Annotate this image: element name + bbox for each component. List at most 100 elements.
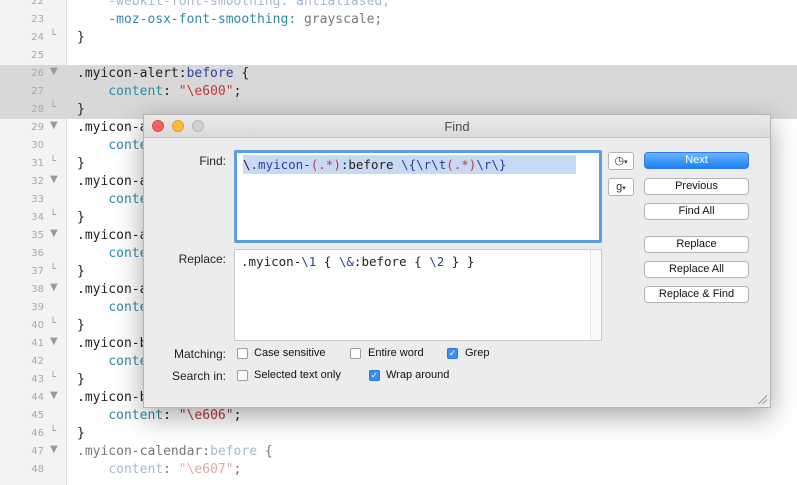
selected-text-only-label: Selected text only — [254, 369, 341, 381]
line-number: 44 — [31, 392, 44, 403]
code-text: } — [77, 264, 85, 279]
find-field[interactable]: \.myicon-(.*):before \{\r\t(.*)\r\} — [234, 150, 602, 243]
line-number: 46 — [31, 428, 44, 439]
line-number: 43 — [31, 374, 44, 385]
code-text: } — [77, 372, 85, 387]
editor-line[interactable]: 27 content: "\e600"; — [0, 83, 797, 101]
line-number: 32 — [31, 176, 44, 187]
dialog-titlebar[interactable]: Find — [144, 115, 770, 138]
line-number: 45 — [31, 410, 44, 421]
code-text: .myicon-a — [77, 174, 148, 189]
code-text: } — [77, 102, 85, 117]
line-number: 47 — [31, 446, 44, 457]
fold-end-icon: └ — [50, 210, 57, 221]
line-number: 31 — [31, 158, 44, 169]
fold-end-icon: └ — [50, 318, 57, 329]
replace-all-button[interactable]: Replace All — [644, 261, 749, 278]
line-number: 25 — [31, 50, 44, 61]
entire-word-checkbox[interactable] — [350, 348, 361, 359]
replace-text: .myicon-\1 { \&:before { \2 } } — [241, 254, 475, 269]
editor-line[interactable]: 23 -moz-osx-font-smoothing: grayscale; — [0, 11, 797, 29]
editor-line[interactable]: 48 content: "\e607"; — [0, 461, 797, 479]
grep-patterns-popup[interactable]: g▾ — [608, 178, 634, 196]
recent-searches-popup[interactable]: ◷▾ — [608, 152, 634, 170]
line-number: 23 — [31, 14, 44, 25]
code-text: -webkit-font-smoothing: antialiased; — [77, 0, 391, 9]
search-in-label: Search in: — [171, 369, 226, 383]
editor-line[interactable]: 24 └} — [0, 29, 797, 47]
code-text: } — [77, 318, 85, 333]
replace-button[interactable]: Replace — [644, 236, 749, 253]
line-number: 40 — [31, 320, 44, 331]
fold-end-icon: └ — [50, 156, 57, 167]
line-number: 24 — [31, 32, 44, 43]
editor-line[interactable]: 22 -webkit-font-smoothing: antialiased; — [0, 0, 797, 11]
selected-text-only-checkbox[interactable] — [237, 370, 248, 381]
editor-line[interactable]: 46 └} — [0, 425, 797, 443]
entire-word-label: Entire word — [368, 347, 424, 359]
find-dialog: Find Find: \.myicon-(.*):before \{\r\t(.… — [143, 114, 771, 408]
code-text: content: "\e607"; — [108, 462, 242, 477]
line-number: 36 — [31, 248, 44, 259]
find-all-button[interactable]: Find All — [644, 203, 749, 220]
find-text: \.myicon-(.*):before \{\r\t(.*)\r\} — [243, 155, 577, 174]
wrap-around-checkbox[interactable]: ✓ — [369, 370, 380, 381]
fold-triangle-icon[interactable]: ▼ — [50, 66, 58, 77]
code-text: } — [77, 156, 85, 171]
line-number: 22 — [31, 0, 44, 7]
code-text: content: "\e606"; — [108, 408, 242, 423]
line-number: 38 — [31, 284, 44, 295]
code-text: content: "\e600"; — [108, 84, 242, 99]
line-number: 39 — [31, 302, 44, 313]
code-text: } — [77, 426, 85, 441]
fold-triangle-icon[interactable]: ▼ — [50, 174, 58, 185]
case-sensitive-label: Case sensitive — [254, 347, 326, 359]
fold-end-icon: └ — [50, 426, 57, 437]
fold-triangle-icon[interactable]: ▼ — [50, 390, 58, 401]
fold-triangle-icon[interactable]: ▼ — [50, 444, 58, 455]
line-number: 41 — [31, 338, 44, 349]
replace-label: Replace: — [178, 252, 226, 266]
code-text: .myicon-b — [77, 336, 148, 351]
resize-grip-icon[interactable] — [757, 394, 767, 404]
line-number: 37 — [31, 266, 44, 277]
fold-triangle-icon[interactable]: ▼ — [50, 228, 58, 239]
clock-icon: ◷ — [614, 155, 625, 167]
fold-end-icon: └ — [50, 264, 57, 275]
fold-end-icon: └ — [50, 102, 57, 113]
previous-button[interactable]: Previous — [644, 178, 749, 195]
replace-and-find-button[interactable]: Replace & Find — [644, 286, 749, 303]
editor-line[interactable]: 47 ▼ .myicon-calendar:before { — [0, 443, 797, 461]
grep-label: Grep — [465, 347, 490, 359]
line-number: 42 — [31, 356, 44, 367]
fold-triangle-icon[interactable]: ▼ — [50, 336, 58, 347]
code-text: .myicon-alert:before { — [77, 66, 250, 81]
line-number: 29 — [31, 122, 44, 133]
editor-line[interactable]: 25 — [0, 47, 797, 65]
code-text: .myicon-a — [77, 282, 148, 297]
replace-field[interactable]: .myicon-\1 { \&:before { \2 } } — [234, 249, 602, 341]
line-number: 30 — [31, 140, 44, 151]
grep-checkbox[interactable]: ✓ — [447, 348, 458, 359]
editor-line[interactable]: 45 content: "\e606"; — [0, 407, 797, 425]
dialog-title: Find — [444, 119, 470, 134]
next-button[interactable]: Next — [644, 152, 749, 169]
case-sensitive-checkbox[interactable] — [237, 348, 248, 359]
editor-line[interactable]: 26 ▼ .myicon-alert:before { — [0, 65, 797, 83]
line-number: 48 — [31, 464, 44, 475]
code-text: .myicon-a — [77, 120, 148, 135]
replace-scrollbar[interactable] — [590, 250, 601, 340]
fold-end-icon: └ — [50, 372, 57, 383]
code-text: .myicon-calendar:before { — [77, 444, 273, 459]
line-number: 28 — [31, 104, 44, 115]
code-text: -moz-osx-font-smoothing: grayscale; — [77, 12, 383, 27]
line-number: 26 — [31, 68, 44, 79]
code-text: } — [77, 210, 85, 225]
fold-triangle-icon[interactable]: ▼ — [50, 282, 58, 293]
code-text: .myicon-b — [77, 390, 148, 405]
code-text: .myicon-a — [77, 228, 148, 243]
fold-end-icon: └ — [50, 30, 57, 41]
code-text: } — [77, 30, 85, 45]
line-number: 34 — [31, 212, 44, 223]
fold-triangle-icon[interactable]: ▼ — [50, 120, 58, 131]
